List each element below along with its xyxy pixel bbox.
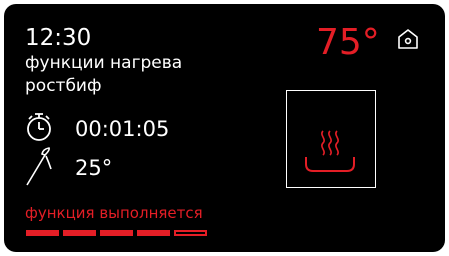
heating-mode-button[interactable] xyxy=(286,90,376,188)
meat-probe-icon xyxy=(25,147,53,187)
oven-display: 12:30 функции нагрева ростбиф 75° 00:01:… xyxy=(4,4,445,252)
progress-segment xyxy=(137,230,170,236)
progress-segment xyxy=(100,230,133,236)
probe-temperature[interactable]: 25° xyxy=(75,155,112,181)
timer-value[interactable]: 00:01:05 xyxy=(75,116,169,142)
status-text: функция выполняется xyxy=(25,204,203,222)
stopwatch-icon xyxy=(25,111,53,143)
clock: 12:30 xyxy=(25,25,92,51)
progress-segment xyxy=(174,230,207,236)
oven-temperature[interactable]: 75° xyxy=(316,21,380,65)
home-icon[interactable] xyxy=(396,27,420,51)
heating-function-name[interactable]: ростбиф xyxy=(25,75,102,97)
progress-segment xyxy=(26,230,59,236)
progress-bar xyxy=(26,230,211,238)
bottom-heat-icon xyxy=(305,130,355,172)
progress-segment xyxy=(63,230,96,236)
heating-function-label: функции нагрева xyxy=(25,53,183,73)
